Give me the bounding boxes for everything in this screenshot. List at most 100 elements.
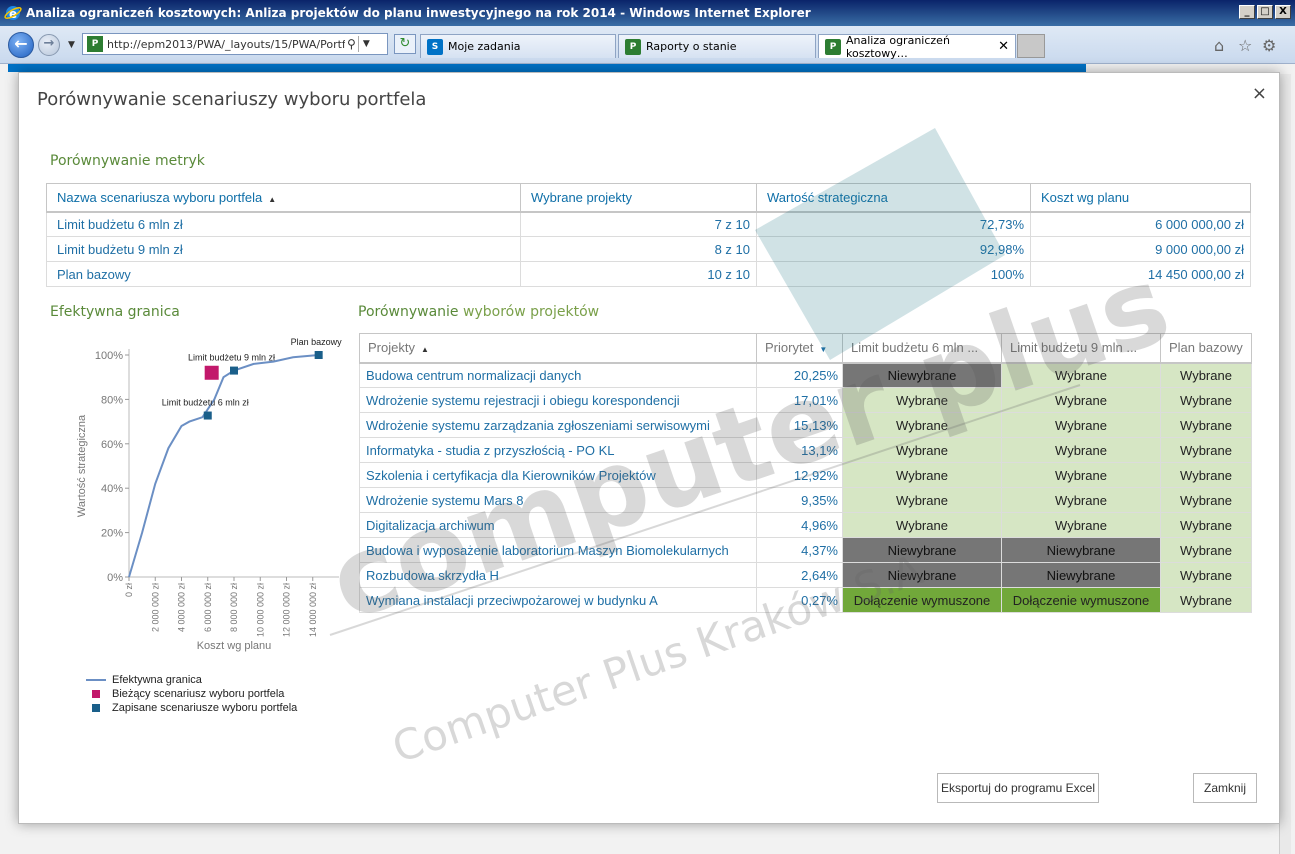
column-header-strategic-value[interactable]: Wartość strategiczna	[756, 183, 1031, 213]
project-name-link[interactable]: Informatyka - studia z przyszłością - PO…	[359, 437, 757, 463]
close-dialog-icon[interactable]: ×	[1252, 83, 1267, 104]
address-dropdown-icon[interactable]: ▼	[357, 36, 374, 52]
close-window-button[interactable]: X	[1275, 5, 1291, 19]
table-row: Budowa centrum normalizacji danych 20,25%…	[359, 362, 1252, 388]
legend-item-current: Bieżący scenariusz wyboru portfela	[86, 687, 297, 701]
x-tick-label: 14 000 000 zł	[308, 583, 318, 637]
selection-status-cell: Wybrane	[1001, 462, 1161, 488]
priority-value: 17,01%	[756, 387, 843, 413]
y-tick-label: 60%	[101, 439, 123, 451]
selection-status-cell: Wybrane	[842, 512, 1002, 538]
metrics-section-title: Porównywanie metryk	[50, 153, 205, 169]
selection-status-cell: Wybrane	[1001, 412, 1161, 438]
project-icon: P	[825, 38, 841, 55]
selection-status-cell: Wybrane	[1160, 362, 1252, 388]
minimize-button[interactable]: _	[1239, 5, 1255, 19]
table-row: Plan bazowy 10 z 10 100% 14 450 000,00 z…	[46, 261, 1251, 287]
close-tab-icon[interactable]: ✕	[998, 39, 1009, 54]
planned-cost: 6 000 000,00 zł	[1030, 211, 1251, 237]
column-header-scenario-name[interactable]: Nazwa scenariusza wyboru portfela ▲	[46, 183, 521, 213]
table-row: Szkolenia i certyfikacja dla Kierowników…	[359, 462, 1252, 488]
address-bar[interactable]: P http://epm2013/PWA/_layouts/15/PWA/Por…	[82, 33, 388, 55]
priority-value: 20,25%	[756, 362, 843, 388]
column-header-baseline[interactable]: Plan bazowy	[1160, 333, 1252, 364]
selection-status-cell: Wybrane	[842, 437, 1002, 463]
export-excel-button[interactable]: Eksportuj do programu Excel	[937, 773, 1099, 803]
address-url[interactable]: http://epm2013/PWA/_layouts/15/PWA/Portf…	[107, 38, 345, 51]
y-axis-title: Wartość strategiczna	[76, 414, 88, 517]
column-header-planned-cost[interactable]: Koszt wg planu	[1030, 183, 1251, 213]
legend-current-swatch	[92, 690, 100, 698]
project-name-link[interactable]: Wdrożenie systemu zarządzania zgłoszenia…	[359, 412, 757, 438]
planned-cost: 14 450 000,00 zł	[1030, 261, 1251, 287]
page-scrollbar[interactable]	[1279, 74, 1291, 854]
table-row: Digitalizacja archiwum 4,96% Wybrane Wybran…	[359, 512, 1252, 538]
saved-scenario-label: Plan bazowy	[291, 337, 343, 347]
window-titlebar: e Analiza ograniczeń kosztowych: Anliza …	[0, 0, 1295, 26]
legend-label: Zapisane scenariusze wyboru portfela	[112, 702, 298, 714]
legend-label: Bieżący scenariusz wyboru portfela	[112, 688, 285, 700]
tab-raporty-o-stanie[interactable]: P Raporty o stanie	[618, 34, 816, 58]
selection-status-cell: Dołączenie wymuszone	[842, 587, 1002, 613]
dialog-title: Porównywanie scenariuszy wyboru portfela	[37, 89, 427, 110]
column-header-projects[interactable]: Projekty ▲	[359, 333, 757, 364]
favorites-star-icon[interactable]: ☆	[1238, 36, 1252, 55]
tab-analiza-ograniczen[interactable]: P Analiza ograniczeń kosztowy… ✕	[818, 34, 1016, 60]
selection-status-cell: Wybrane	[842, 412, 1002, 438]
selected-projects: 10 z 10	[520, 261, 757, 287]
project-icon: P	[625, 38, 641, 55]
home-icon[interactable]: ⌂	[1214, 36, 1224, 55]
x-tick-label: 8 000 000 zł	[229, 583, 239, 632]
selection-status-cell: Wybrane	[1160, 387, 1252, 413]
gear-icon[interactable]: ⚙	[1262, 36, 1276, 55]
browser-toolbar: ← → ▼ P http://epm2013/PWA/_layouts/15/P…	[0, 26, 1295, 64]
project-name-link[interactable]: Wdrożenie systemu rejestracji i obiegu k…	[359, 387, 757, 413]
project-name-link[interactable]: Digitalizacja archiwum	[359, 512, 757, 538]
tab-label: Moje zadania	[448, 40, 521, 53]
ie-logo-icon: e	[4, 6, 22, 21]
selection-status-cell: Wybrane	[1001, 487, 1161, 513]
project-name-link[interactable]: Wdrożenie systemu Mars 8	[359, 487, 757, 513]
frontier-section-title: Efektywna granica	[50, 304, 180, 320]
selection-status-cell: Wybrane	[1001, 387, 1161, 413]
scenario-name: Limit budżetu 6 mln zł	[46, 211, 521, 237]
frontier-line	[128, 354, 319, 578]
project-name-link[interactable]: Wymiana instalacji przeciwpożarowej w bu…	[359, 587, 757, 613]
maximize-button[interactable]: □	[1257, 5, 1273, 19]
priority-value: 12,92%	[756, 462, 843, 488]
priority-value: 0,27%	[756, 587, 843, 613]
selection-status-cell: Wybrane	[842, 387, 1002, 413]
tab-moje-zadania[interactable]: S Moje zadania	[420, 34, 616, 58]
close-button[interactable]: Zamknij	[1193, 773, 1257, 803]
metrics-table: Nazwa scenariusza wyboru portfela ▲ Wybra…	[46, 183, 1251, 287]
y-tick-label: 100%	[95, 350, 123, 362]
sharepoint-icon: S	[427, 38, 443, 55]
legend-line-swatch	[86, 679, 106, 681]
refresh-icon[interactable]: ↻	[394, 34, 416, 54]
compare-header-row: Projekty ▲ Priorytet ▼ Limit budżetu 6 mln…	[359, 333, 1252, 364]
x-axis-title: Koszt wg planu	[197, 640, 272, 652]
strategic-value: 72,73%	[756, 211, 1031, 237]
selection-status-cell: Wybrane	[1160, 487, 1252, 513]
project-selection-comparison-table: Projekty ▲ Priorytet ▼ Limit budżetu 6 mln…	[359, 333, 1252, 613]
project-name-link[interactable]: Rozbudowa skrzydła H	[359, 562, 757, 588]
column-header-selected-projects[interactable]: Wybrane projekty	[520, 183, 757, 213]
x-tick-label: 2 000 000 zł	[150, 583, 160, 632]
legend-item-frontier: Efektywna granica	[86, 673, 297, 687]
table-row: Limit budżetu 6 mln zł 7 z 10 72,73% 6 0…	[46, 211, 1251, 237]
column-header-priority[interactable]: Priorytet ▼	[756, 333, 843, 364]
search-icon[interactable]: ⚲	[347, 37, 356, 51]
history-dropdown-icon[interactable]: ▼	[68, 40, 75, 50]
compare-title-part: Porównywanie	[358, 304, 463, 320]
new-tab-button[interactable]	[1017, 34, 1045, 58]
column-header-scenario-9mln[interactable]: Limit budżetu 9 mln ...	[1001, 333, 1161, 364]
saved-scenario-point	[314, 351, 323, 359]
column-header-scenario-6mln[interactable]: Limit budżetu 6 mln ...	[842, 333, 1002, 364]
table-row: Budowa i wyposażenie laboratorium Maszyn…	[359, 537, 1252, 563]
project-name-link[interactable]: Budowa i wyposażenie laboratorium Maszyn…	[359, 537, 757, 563]
project-name-link[interactable]: Szkolenia i certyfikacja dla Kierowników…	[359, 462, 757, 488]
planned-cost: 9 000 000,00 zł	[1030, 236, 1251, 262]
forward-button[interactable]: →	[38, 34, 60, 56]
back-button[interactable]: ←	[8, 32, 34, 58]
project-name-link[interactable]: Budowa centrum normalizacji danych	[359, 362, 757, 388]
